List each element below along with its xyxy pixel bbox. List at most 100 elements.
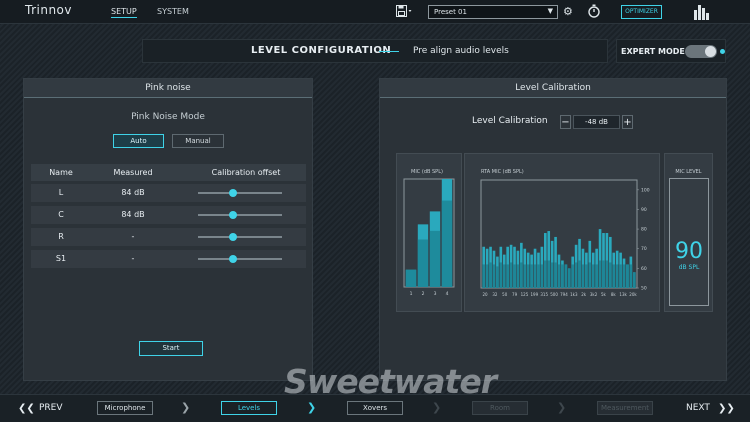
rta-x-tick-label: 79	[512, 292, 518, 297]
rta-bar-base	[520, 262, 523, 288]
mic-bar-peak-base	[405, 269, 417, 287]
expert-mode-control: EXPERT MODE	[616, 39, 726, 63]
slider-thumb[interactable]	[229, 233, 238, 241]
chevron-down-icon: ▼	[547, 7, 553, 15]
rta-bar-base	[612, 264, 616, 288]
save-icon[interactable]	[396, 5, 412, 18]
level-meter-icon[interactable]	[693, 4, 709, 20]
rta-x-tick-label: 1k3	[570, 292, 578, 297]
page-title: LEVEL CONFIGURATION	[251, 45, 392, 56]
slider-thumb[interactable]	[229, 211, 238, 219]
level-calibration-value[interactable]: -48 dB	[573, 115, 620, 129]
start-button[interactable]: Start	[139, 341, 203, 356]
mic-tick-label: 1	[410, 291, 413, 297]
table-row: L 84 dB	[31, 184, 306, 202]
rta-x-tick-label: 50	[502, 292, 508, 297]
expert-mode-label: EXPERT MODE	[621, 47, 685, 56]
rta-bar-base	[605, 260, 609, 288]
next-button[interactable]: NEXT	[686, 403, 710, 413]
step-measurement[interactable]: Measurement	[597, 401, 653, 415]
mode-auto-button[interactable]: Auto	[113, 134, 164, 148]
rta-bar-base	[547, 260, 551, 288]
rta-bar-base	[602, 260, 605, 288]
page-subtitle: Pre align audio levels	[413, 46, 509, 56]
rta-x-tick-label: 20	[482, 292, 488, 297]
rta-bar-base	[523, 264, 527, 288]
rta-x-tick-label: 32	[492, 292, 498, 297]
rta-panel: RTA MIC (dB SPL) 50 60 70 80 90 100 20 32 50 79 12…	[464, 153, 660, 312]
rta-bar-base	[482, 264, 486, 288]
rta-bar-base	[561, 264, 564, 288]
mic-tick-label: 2	[422, 291, 425, 297]
rta-x-tick-label: 20k	[629, 292, 637, 297]
rta-bar-base	[571, 264, 574, 288]
toggle-knob	[705, 46, 716, 57]
rta-bar-base	[554, 262, 557, 288]
increase-level-button[interactable]: +	[622, 115, 633, 129]
preset-select[interactable]: Preset 01 ▼	[428, 5, 558, 19]
step-microphone[interactable]: Microphone	[97, 401, 153, 415]
rta-bar-base	[619, 264, 622, 288]
rta-bar-base	[516, 264, 520, 288]
channel-name: L	[58, 188, 64, 197]
col-measured: Measured	[113, 168, 153, 177]
prev-button[interactable]: PREV	[39, 403, 63, 413]
calibration-offset-slider[interactable]	[198, 233, 282, 241]
double-chevron-left-icon[interactable]: ❮❮	[18, 403, 35, 414]
rta-x-tick-label: 3k2	[590, 292, 598, 297]
pink-noise-panel: Pink noise Pink Noise Mode Auto Manual N…	[23, 78, 313, 381]
step-room[interactable]: Room	[472, 401, 528, 415]
mic-bar-peak-base	[441, 200, 453, 287]
rta-bar-base	[513, 264, 516, 288]
rta-y-tick-label: 100	[641, 187, 650, 193]
step-xovers[interactable]: Xovers	[347, 401, 403, 415]
rta-bar-base	[626, 264, 629, 288]
expert-mode-toggle[interactable]	[685, 45, 717, 58]
rta-bar-base	[506, 264, 509, 288]
rta-x-tick-label: 500	[550, 292, 558, 297]
rta-bar-base	[578, 260, 581, 288]
double-chevron-right-icon[interactable]: ❯❯	[718, 403, 735, 414]
nav-setup[interactable]: SETUP	[111, 7, 137, 18]
level-calibration-panel: Level Calibration Level Calibration − -4…	[379, 78, 727, 381]
decrease-level-button[interactable]: −	[560, 115, 571, 129]
channel-name: R	[58, 232, 64, 241]
channel-name: C	[58, 210, 64, 219]
channel-measured: -	[131, 232, 135, 241]
rta-bar-base	[615, 264, 619, 288]
mic-tick-label: 4	[446, 291, 449, 297]
calibration-offset-slider[interactable]	[198, 255, 282, 263]
nav-system[interactable]: SYSTEM	[157, 7, 189, 16]
rta-x-tick-label: 199	[531, 292, 539, 297]
stopwatch-icon[interactable]	[587, 4, 601, 18]
rta-bar-base	[533, 264, 537, 288]
rta-bar-base	[574, 262, 578, 288]
rta-bar-base	[557, 264, 561, 288]
rta-bar-base	[526, 264, 530, 288]
rta-bar-base	[588, 262, 592, 288]
mic-level-value: 90	[675, 239, 703, 264]
mic-level-panel: MIC LEVEL 90 dB SPL	[664, 153, 713, 312]
table-row: S1 -	[31, 250, 306, 268]
slider-thumb[interactable]	[229, 189, 238, 197]
step-levels[interactable]: Levels	[221, 401, 277, 415]
calibration-offset-slider[interactable]	[198, 211, 282, 219]
chevron-right-icon: ❯	[432, 401, 442, 414]
gear-icon[interactable]: ⚙	[563, 5, 573, 18]
rta-bar-base	[485, 264, 489, 288]
calibration-offset-slider[interactable]	[198, 189, 282, 197]
rta-bar-base	[629, 264, 633, 288]
rta-bar-base	[632, 272, 636, 288]
mic-level-unit: dB SPL	[678, 264, 700, 271]
mic-bar-peak-base	[429, 230, 441, 287]
slider-thumb[interactable]	[229, 255, 238, 263]
optimizer-button[interactable]: OPTIMIZER	[621, 5, 662, 19]
trinnov-logo: Trinnov	[25, 3, 72, 17]
channel-measured: 84 dB	[121, 210, 145, 219]
mic-level-box: 90 dB SPL	[669, 178, 709, 306]
rta-bar-base	[496, 266, 499, 288]
channel-table-header: Name Measured Calibration offset	[31, 164, 306, 181]
mic-bar-chart: 1 2 3 4	[403, 178, 455, 297]
level-configuration-header: LEVEL CONFIGURATION Pre align audio leve…	[142, 39, 608, 63]
mode-manual-button[interactable]: Manual	[172, 134, 224, 148]
